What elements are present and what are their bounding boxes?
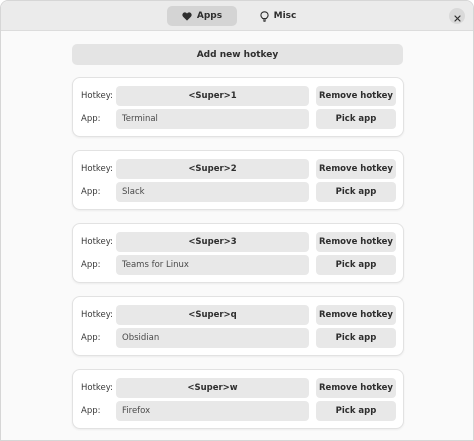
hotkey-card: Hotkey: <Super>2 Remove hotkey App: Slac… (72, 150, 404, 210)
hotkey-field[interactable]: <Super>3 (116, 232, 309, 252)
hotkey-label: Hotkey: (81, 91, 114, 101)
hotkey-field[interactable]: <Super>1 (116, 86, 309, 106)
app-label: App: (81, 114, 101, 124)
remove-hotkey-button[interactable]: Remove hotkey (316, 232, 396, 252)
hotkey-label: Hotkey: (81, 237, 114, 247)
view-switcher: Apps Misc (167, 6, 313, 26)
hotkey-card: Hotkey: <Super>w Remove hotkey App: Fire… (72, 369, 404, 429)
app-label: App: (81, 260, 101, 270)
remove-hotkey-button[interactable]: Remove hotkey (316, 86, 396, 106)
heart-icon (182, 11, 192, 21)
close-icon (453, 7, 461, 26)
close-window-button[interactable] (449, 8, 465, 24)
hotkey-label: Hotkey: (81, 164, 114, 174)
pick-app-button[interactable]: Pick app (316, 109, 396, 129)
app-name-field: Teams for Linux (116, 255, 309, 275)
pick-app-button[interactable]: Pick app (316, 328, 396, 348)
remove-hotkey-button[interactable]: Remove hotkey (316, 378, 396, 398)
tab-apps[interactable]: Apps (167, 6, 237, 26)
tab-apps-label: Apps (196, 11, 223, 21)
hotkey-field[interactable]: <Super>w (116, 378, 309, 398)
hotkey-card: Hotkey: <Super>q Remove hotkey App: Obsi… (72, 296, 404, 356)
hotkey-card: Hotkey: <Super>3 Remove hotkey App: Team… (72, 223, 404, 283)
tab-misc-label: Misc (273, 11, 297, 21)
app-label: App: (81, 187, 101, 197)
app-name-field: Firefox (116, 401, 309, 421)
hotkey-label: Hotkey: (81, 310, 114, 320)
tab-misc[interactable]: Misc (243, 6, 313, 26)
pick-app-button[interactable]: Pick app (316, 182, 396, 202)
hotkey-label: Hotkey: (81, 383, 114, 393)
pick-app-button[interactable]: Pick app (316, 255, 396, 275)
main-content: Add new hotkey Hotkey: <Super>1 Remove h… (1, 31, 473, 440)
pick-app-button[interactable]: Pick app (316, 401, 396, 421)
remove-hotkey-button[interactable]: Remove hotkey (316, 305, 396, 325)
app-label: App: (81, 406, 101, 416)
lightbulb-icon (259, 10, 269, 22)
remove-hotkey-button[interactable]: Remove hotkey (316, 159, 396, 179)
app-name-field: Slack (116, 182, 309, 202)
hotkey-card: Hotkey: <Super>1 Remove hotkey App: Term… (72, 77, 404, 137)
add-hotkey-button[interactable]: Add new hotkey (72, 44, 403, 65)
hotkey-field[interactable]: <Super>2 (116, 159, 309, 179)
app-label: App: (81, 333, 101, 343)
app-name-field: Obsidian (116, 328, 309, 348)
app-name-field: Terminal (116, 109, 309, 129)
app-window: Apps Misc Add new hotkey Hotkey: <Super>… (0, 0, 474, 441)
hotkey-field[interactable]: <Super>q (116, 305, 309, 325)
headerbar: Apps Misc (1, 1, 473, 31)
